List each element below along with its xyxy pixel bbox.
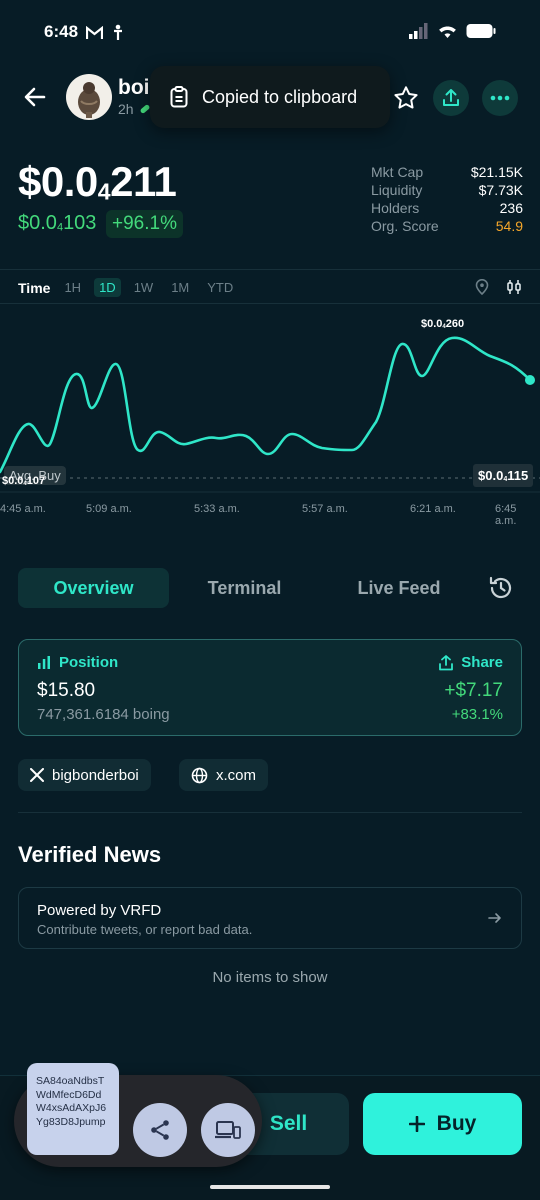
- divider: [18, 812, 522, 813]
- location-pin-button[interactable]: [475, 279, 489, 295]
- vrfd-title: Powered by VRFD: [37, 902, 162, 919]
- home-indicator[interactable]: [210, 1185, 330, 1189]
- timeframe-1m[interactable]: 1M: [171, 280, 189, 295]
- candlestick-toggle[interactable]: [506, 279, 522, 295]
- timeframe-ytd[interactable]: YTD: [207, 280, 233, 295]
- x-tick: 5:09 a.m.: [86, 503, 132, 515]
- position-title: Position: [37, 654, 118, 671]
- battery-icon: [466, 24, 496, 38]
- location-pin-icon: [475, 279, 489, 295]
- more-dots-icon: [490, 95, 510, 101]
- timeframe-1h[interactable]: 1H: [64, 280, 81, 295]
- chart-high-label: $0.04260: [421, 318, 465, 330]
- twitter-link[interactable]: bigbonderboi: [18, 759, 151, 791]
- timeframe-label: Time: [18, 279, 51, 296]
- tab-live-feed[interactable]: Live Feed: [320, 568, 478, 608]
- tab-terminal[interactable]: Terminal: [169, 568, 320, 608]
- share-token-button[interactable]: [433, 80, 469, 116]
- share-upload-icon: [439, 654, 454, 670]
- candlestick-icon: [507, 280, 521, 294]
- bar-chart-icon: [38, 655, 50, 669]
- timeframe-1d[interactable]: 1D: [94, 278, 121, 297]
- back-button[interactable]: [22, 84, 52, 110]
- tab-overview[interactable]: Overview: [18, 568, 169, 608]
- wifi-icon: [439, 26, 456, 38]
- plus-icon: [408, 1116, 425, 1132]
- nearby-share-button[interactable]: [201, 1103, 255, 1157]
- status-icons: [409, 23, 496, 39]
- stat-holders: Holders 236: [371, 200, 523, 216]
- vrfd-subtitle: Contribute tweets, or report bad data.: [37, 922, 253, 937]
- x-tick: 6:21 a.m.: [410, 503, 456, 515]
- accessibility-icon: [113, 24, 123, 41]
- star-icon: [394, 86, 418, 109]
- position-card[interactable]: Position Share $15.80 747,361.6184 boing…: [18, 639, 522, 736]
- copied-toast: Copied to clipboard: [150, 66, 390, 128]
- section-tabs: Overview Terminal Live Feed: [18, 568, 522, 608]
- base-price: $0.04103: [18, 212, 97, 234]
- x-tick: 5:33 a.m.: [194, 503, 240, 515]
- more-options-button[interactable]: [482, 80, 518, 116]
- buy-button[interactable]: Buy: [363, 1093, 522, 1155]
- toast-text: Copied to clipboard: [202, 86, 358, 107]
- x-tick: 5:57 a.m.: [302, 503, 348, 515]
- history-icon: [489, 576, 512, 599]
- position-gain: +$7.17: [444, 680, 503, 701]
- token-stats: Mkt Cap $21.15K Liquidity $7.73K Holders 23…: [371, 164, 523, 236]
- status-time: 6:48: [44, 22, 79, 41]
- signal-icon: [409, 23, 428, 39]
- price-change-badge: +96.1%: [106, 210, 183, 238]
- clipboard-preview[interactable]: SA84oaNdbsTWdMfecD6DdW4xsAdAXpJ6Yg83D8Jp…: [27, 1063, 119, 1155]
- x-tick: 6:45 a.m.: [495, 503, 517, 527]
- arrow-right-icon: [487, 910, 503, 926]
- timeframe-1w[interactable]: 1W: [134, 280, 154, 295]
- chart-last-label: $0.04115: [473, 464, 534, 488]
- stat-liquidity: Liquidity $7.73K: [371, 182, 523, 198]
- arrow-left-icon: [24, 87, 46, 107]
- clipboard-share-button[interactable]: [133, 1103, 187, 1157]
- stat-mkt-cap: Mkt Cap $21.15K: [371, 164, 523, 180]
- vrfd-card[interactable]: Powered by VRFD Contribute tweets, or re…: [18, 887, 522, 949]
- token-avatar: [66, 74, 112, 120]
- share-icon: [151, 1120, 169, 1140]
- history-button[interactable]: [480, 568, 522, 608]
- news-section-title: Verified News: [18, 842, 162, 867]
- token-name: boi: [118, 76, 150, 99]
- last-price-dot: [525, 375, 535, 385]
- chart-low-label: $0.04107: [2, 475, 46, 487]
- share-position-button[interactable]: Share: [438, 654, 503, 671]
- x-tick: 4:45 a.m.: [0, 503, 46, 515]
- position-gain-pct: +83.1%: [451, 706, 503, 723]
- divider: [0, 269, 540, 270]
- upload-icon: [443, 89, 459, 106]
- favorite-button[interactable]: [392, 84, 420, 112]
- empty-news-message: No items to show: [212, 969, 328, 986]
- chart-x-axis: 4:45 a.m. 5:09 a.m. 5:33 a.m. 5:57 a.m. …: [0, 503, 540, 527]
- timeframe-selector: Time 1H 1D 1W 1M YTD: [18, 278, 251, 297]
- globe-icon: [191, 767, 208, 783]
- position-quantity: 747,361.6184 boing: [37, 706, 170, 723]
- token-age: 2h: [118, 101, 134, 117]
- gmail-icon: [86, 26, 103, 40]
- website-link[interactable]: x.com: [179, 759, 269, 791]
- current-price: $0.04211: [18, 158, 177, 205]
- stat-org-score: Org. Score 54.9: [371, 218, 523, 234]
- price-chart[interactable]: [0, 304, 540, 524]
- position-value: $15.80: [37, 680, 96, 701]
- price-line: [0, 336, 532, 474]
- clipboard-icon: [170, 86, 188, 108]
- devices-icon: [215, 1121, 241, 1139]
- x-logo-icon: [30, 768, 44, 782]
